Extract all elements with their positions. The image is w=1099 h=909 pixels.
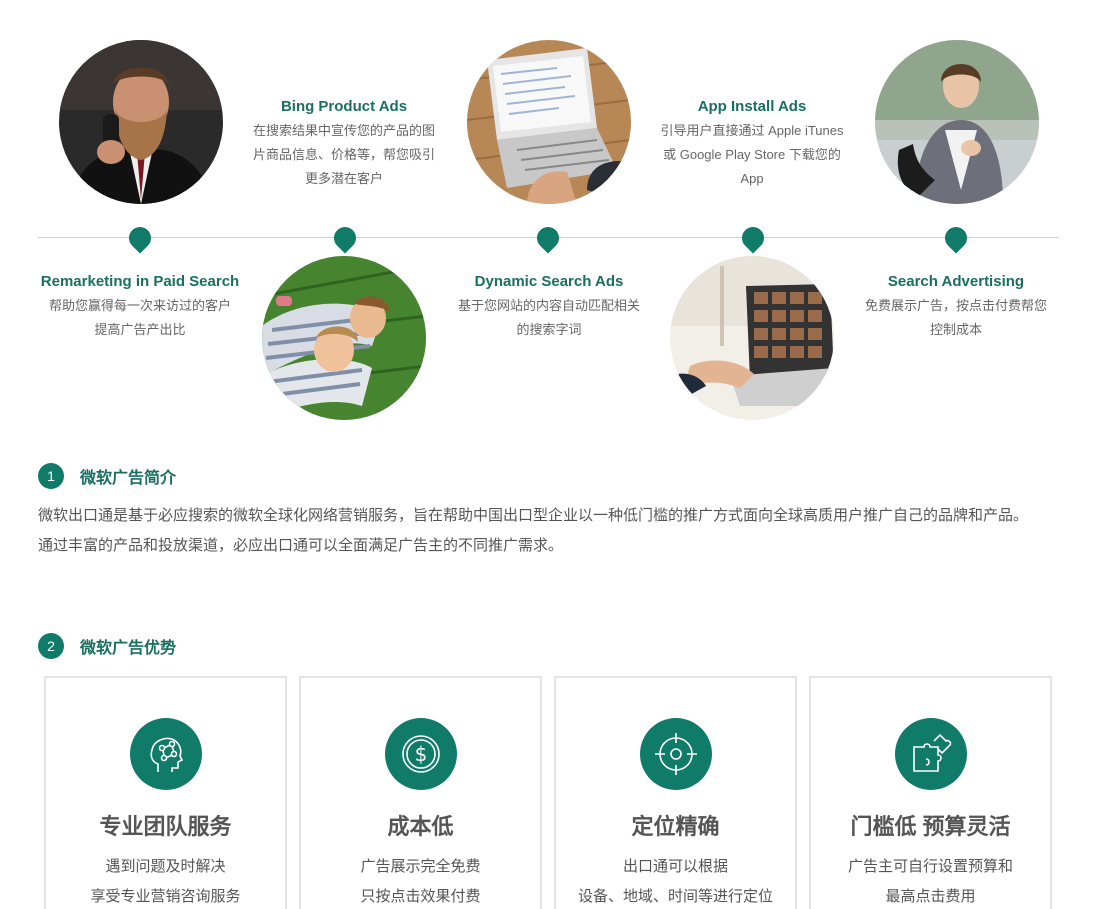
card-desc-line: 广告主可自行设置预算和 [847,858,1013,875]
card-title: 专业团队服务 [99,814,232,839]
section-title: 微软广告简介 [80,470,177,487]
timeline-pin [940,222,972,254]
caption-title: App Install Ads [697,98,807,115]
caption-desc: 基于您网站的内容自动匹配相关的搜索字词 [457,298,640,337]
advantage-card-low-cost: $ 成本低 广告展示完全免费 只按点击效果付费 [299,676,542,909]
timeline-pin [124,222,156,254]
section-title: 微软广告优势 [80,640,177,657]
card-title: 成本低 [387,814,454,839]
card-desc-line: 享受专业营销咨询服务 [90,888,241,905]
head-network-icon [129,718,202,790]
timeline-caption-dynamic-search-ads: Dynamic Search Ads 基于您网站的内容自动匹配相关的搜索字词 [449,270,649,342]
timeline-pin [532,222,564,254]
section-number-badge: 2 [38,633,64,659]
card-desc-line: 只按点击效果付费 [360,888,481,905]
caption-desc: 免费展示广告，按点击付费帮您控制成本 [864,298,1047,337]
dollar-coin-icon: $ [384,718,457,790]
caption-title: Dynamic Search Ads [474,273,624,290]
card-desc-line: 出口通可以根据 [622,858,728,875]
man-on-phone-photo [59,40,223,204]
caption-title: Bing Product Ads [280,98,408,115]
women-lying-on-grass-photo [262,256,426,420]
svg-text:$: $ [414,742,427,766]
section-number-badge: 1 [38,463,64,489]
advantage-card-team: 专业团队服务 遇到问题及时解决 享受专业营销咨询服务 [44,676,287,909]
woman-with-phone-photo [875,40,1039,204]
section-advantages-header: 2 微软广告优势 [38,633,176,659]
timeline-caption-remarketing: Remarketing in Paid Search 帮助您赢得每一次来访过的客… [40,270,240,342]
card-desc: 广告展示完全免费 只按点击效果付费 [301,852,540,909]
product-timeline: Remarketing in Paid Search 帮助您赢得每一次来访过的客… [0,0,1099,430]
card-desc-line: 遇到问题及时解决 [105,858,226,875]
timeline-pin [737,222,769,254]
intro-paragraph: 微软出口通是基于必应搜索的微软全球化网络营销服务，旨在帮助中国出口型企业以一种低… [38,507,1029,524]
caption-desc: 帮助您赢得每一次来访过的客户提高广告产出比 [48,298,231,337]
card-desc-line: 设备、地域、时间等进行定位 [577,888,773,905]
card-desc-line: 最高点击费用 [885,888,976,905]
timeline-pin [329,222,361,254]
caption-desc: 引导用户直接通过 Apple iTunes或 Google Play Store… [660,123,844,186]
advantage-card-flexible-budget: 门槛低 预算灵活 广告主可自行设置预算和 最高点击费用 [809,676,1052,909]
caption-title: Search Advertising [887,273,1025,290]
laptop-gallery-photo [670,256,834,420]
timeline-caption-bing-product-ads: Bing Product Ads 在搜索结果中宣传您的产品的图片商品信息、价格等… [244,95,444,191]
section-intro-header: 1 微软广告简介 [38,463,176,489]
card-title: 定位精确 [631,814,720,839]
intro-text: 微软出口通是基于必应搜索的微软全球化网络营销服务，旨在帮助中国出口型企业以一种低… [38,501,1058,561]
intro-paragraph: 通过丰富的产品和投放渠道，必应出口通可以全面满足广告主的不同推广需求。 [38,537,564,554]
laptop-on-desk-photo [467,40,631,204]
card-desc-line: 广告展示完全免费 [360,858,481,875]
target-crosshair-icon [639,718,712,790]
advantage-card-targeting: 定位精确 出口通可以根据 设备、地域、时间等进行定位 [554,676,797,909]
timeline-caption-app-install-ads: App Install Ads 引导用户直接通过 Apple iTunes或 G… [652,95,852,191]
card-desc: 广告主可自行设置预算和 最高点击费用 [811,852,1050,909]
caption-desc: 在搜索结果中宣传您的产品的图片商品信息、价格等，帮您吸引更多潜在客户 [252,123,435,186]
card-desc: 遇到问题及时解决 享受专业营销咨询服务 [46,852,285,909]
card-desc: 出口通可以根据 设备、地域、时间等进行定位 [556,852,795,909]
caption-title: Remarketing in Paid Search [40,273,240,290]
timeline-caption-search-advertising: Search Advertising 免费展示广告，按点击付费帮您控制成本 [856,270,1056,342]
puzzle-piece-icon [894,718,967,790]
card-title: 门槛低 预算灵活 [850,814,1011,839]
